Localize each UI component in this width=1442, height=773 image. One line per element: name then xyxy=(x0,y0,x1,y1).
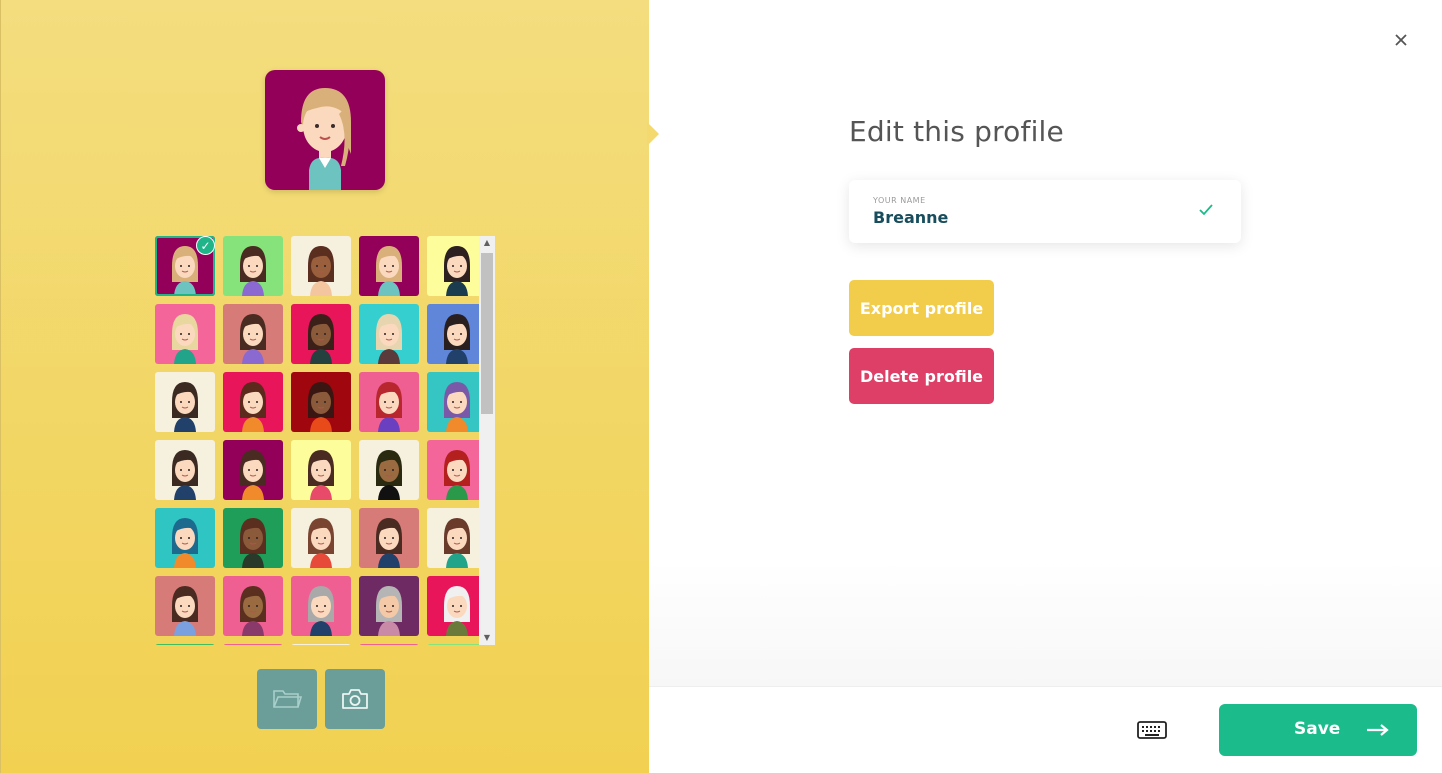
close-button[interactable] xyxy=(1391,30,1411,50)
avatar-option[interactable] xyxy=(223,236,283,296)
avatar-option[interactable] xyxy=(223,508,283,568)
avatar-option[interactable] xyxy=(427,440,487,500)
avatar-option[interactable] xyxy=(427,372,487,432)
selected-avatar-preview xyxy=(265,70,385,190)
avatar-option[interactable] xyxy=(359,372,419,432)
avatar-face-icon xyxy=(240,586,266,636)
avatar-option[interactable] xyxy=(291,372,351,432)
avatar-face-icon xyxy=(376,518,402,568)
avatar-face-icon xyxy=(376,382,402,432)
avatar-option[interactable] xyxy=(291,236,351,296)
camera-button[interactable] xyxy=(325,669,385,729)
avatar-face-icon xyxy=(376,586,402,636)
avatar-option[interactable] xyxy=(155,576,215,636)
avatar-option[interactable] xyxy=(291,576,351,636)
selected-check-icon: ✓ xyxy=(196,236,215,255)
keyboard-button[interactable] xyxy=(1137,719,1169,743)
avatar-option[interactable] xyxy=(291,304,351,364)
avatar-option[interactable] xyxy=(427,236,487,296)
avatar-face-icon xyxy=(240,246,266,296)
avatar-face-icon xyxy=(444,518,470,568)
avatar-face-icon xyxy=(308,518,334,568)
avatar-face-icon xyxy=(172,314,198,364)
avatar-option[interactable] xyxy=(155,372,215,432)
avatar-option[interactable] xyxy=(359,576,419,636)
avatar-option[interactable] xyxy=(223,304,283,364)
avatar-option[interactable] xyxy=(359,644,419,645)
avatar-face-icon xyxy=(308,246,334,296)
avatar-option[interactable] xyxy=(427,644,487,645)
avatar-option[interactable] xyxy=(155,644,215,645)
avatar-option[interactable] xyxy=(427,304,487,364)
avatar-face-icon xyxy=(444,450,470,500)
scroll-up-arrow-icon[interactable]: ▲ xyxy=(479,236,495,250)
avatar-face-icon xyxy=(376,246,402,296)
avatar-face-icon xyxy=(444,314,470,364)
avatar-face-icon xyxy=(308,382,334,432)
avatar-face-icon xyxy=(240,314,266,364)
arrow-right-icon xyxy=(1367,724,1389,736)
avatar-grid-scrollbar[interactable]: ▲ ▼ xyxy=(479,236,495,645)
name-field-label: YOUR NAME xyxy=(873,196,926,205)
avatar-option[interactable] xyxy=(427,576,487,636)
avatar-face-icon xyxy=(172,518,198,568)
avatar-option[interactable] xyxy=(359,236,419,296)
delete-profile-button[interactable]: Delete profile xyxy=(849,348,994,404)
avatar-option[interactable] xyxy=(291,440,351,500)
avatar-grid-viewport[interactable] xyxy=(152,233,495,645)
avatar-option[interactable] xyxy=(223,372,283,432)
save-button[interactable]: Save xyxy=(1219,704,1417,756)
avatar-face-icon xyxy=(240,450,266,500)
avatar-option[interactable] xyxy=(223,440,283,500)
panel-notch xyxy=(647,122,659,146)
camera-icon xyxy=(342,689,368,709)
avatar-option[interactable] xyxy=(359,440,419,500)
close-icon xyxy=(1395,34,1407,46)
avatar-face-icon xyxy=(444,382,470,432)
avatar-face-icon xyxy=(444,246,470,296)
page-title: Edit this profile xyxy=(849,115,1064,148)
scroll-down-arrow-icon[interactable]: ▼ xyxy=(479,631,495,645)
name-field-card: YOUR NAME xyxy=(849,180,1241,243)
folder-icon xyxy=(273,690,302,708)
save-button-label: Save xyxy=(1294,719,1341,739)
avatar-option[interactable] xyxy=(155,304,215,364)
avatar-option[interactable] xyxy=(155,440,215,500)
avatar-face-icon xyxy=(172,450,198,500)
scroll-thumb[interactable] xyxy=(481,253,493,414)
avatar-face-icon xyxy=(376,314,402,364)
avatar-option[interactable] xyxy=(359,304,419,364)
avatar-option[interactable] xyxy=(291,508,351,568)
avatar-face-icon xyxy=(376,450,402,500)
name-input[interactable] xyxy=(873,208,1173,227)
avatar-face-icon xyxy=(308,314,334,364)
avatar-option[interactable] xyxy=(427,508,487,568)
keyboard-icon xyxy=(1137,721,1167,739)
export-profile-button[interactable]: Export profile xyxy=(849,280,994,336)
avatar-face-icon xyxy=(240,518,266,568)
avatar-face-icon xyxy=(444,586,470,636)
avatar-option[interactable] xyxy=(223,644,283,645)
check-icon xyxy=(1199,204,1213,216)
avatar-face-icon xyxy=(308,586,334,636)
avatar-face-icon xyxy=(172,382,198,432)
avatar-face-icon xyxy=(172,586,198,636)
avatar-illustration xyxy=(297,88,351,190)
footer-shade xyxy=(649,560,1442,686)
folder-upload-button[interactable] xyxy=(257,669,317,729)
avatar-option[interactable] xyxy=(359,508,419,568)
avatar-option[interactable] xyxy=(223,576,283,636)
avatar-option[interactable] xyxy=(291,644,351,645)
avatar-face-icon xyxy=(308,450,334,500)
avatar-option[interactable] xyxy=(155,508,215,568)
avatar-face-icon xyxy=(240,382,266,432)
